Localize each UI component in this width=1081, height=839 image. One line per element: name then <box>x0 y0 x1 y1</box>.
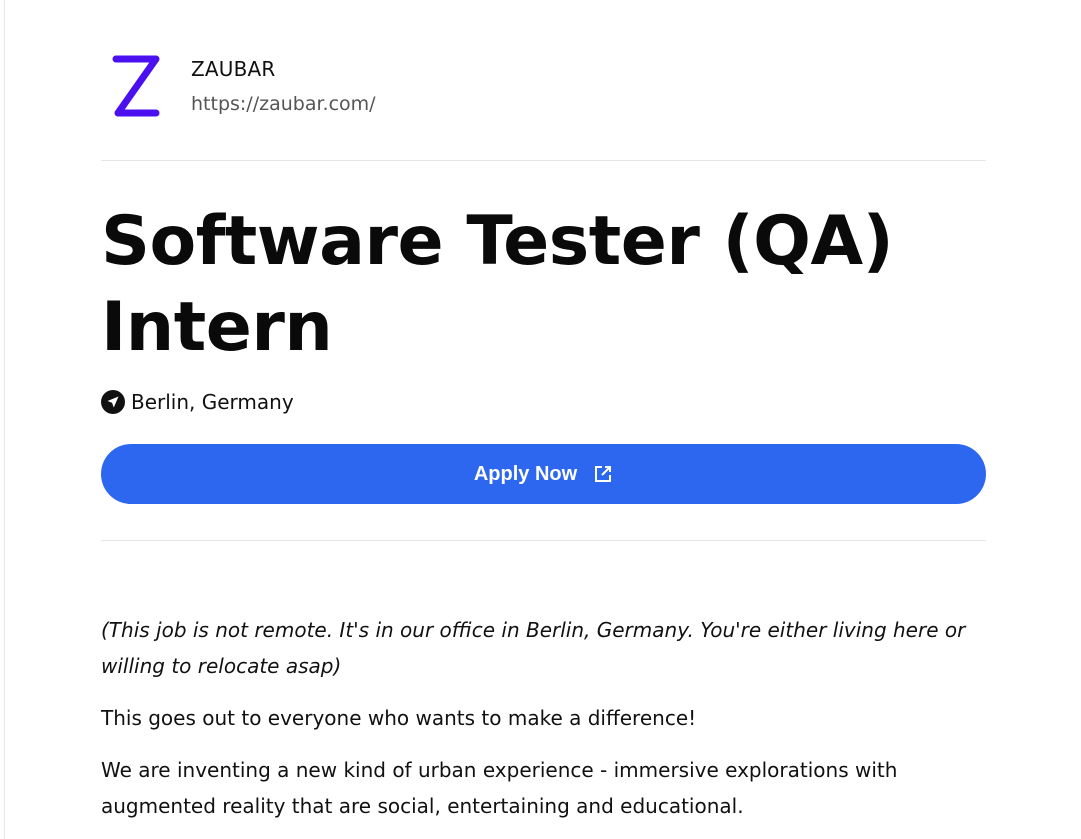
apply-now-button[interactable]: Apply Now <box>101 444 986 504</box>
job-location: Berlin, Germany <box>101 388 294 416</box>
job-title: Software Tester (QA) Intern <box>101 202 894 367</box>
page-left-border <box>4 0 5 839</box>
description-paragraph: We are inventing a new kind of urban exp… <box>101 758 898 818</box>
zaubar-logo-icon <box>112 55 160 117</box>
apply-button-label: Apply Now <box>473 462 578 485</box>
apply-divider <box>101 540 986 541</box>
description-paragraph: This goes out to everyone who wants to m… <box>101 706 697 730</box>
navigation-arrow-icon <box>101 390 125 414</box>
company-name: ZAUBAR <box>191 57 276 81</box>
job-description: (This job is not remote. It's in our off… <box>101 612 986 839</box>
company-header: ZAUBAR https://zaubar.com/ <box>101 50 986 130</box>
company-website-link[interactable]: https://zaubar.com/ <box>191 93 376 115</box>
location-text: Berlin, Germany <box>131 390 294 414</box>
external-link-icon <box>595 466 612 482</box>
header-divider <box>101 160 986 161</box>
description-paragraph: (This job is not remote. It's in our off… <box>101 618 966 678</box>
